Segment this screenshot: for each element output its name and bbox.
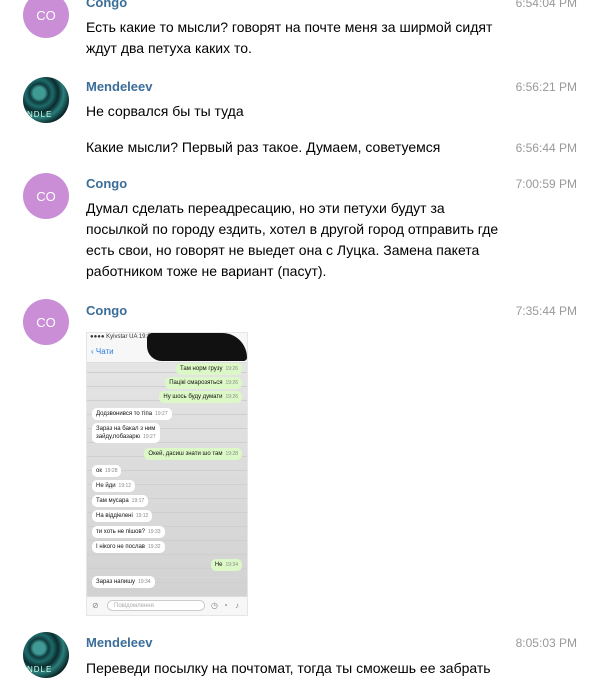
phone-bubble: Зараз напишу 19:34 — [92, 576, 155, 588]
redaction-scribble — [147, 333, 247, 361]
phone-bubble: Не 19:34 — [210, 559, 242, 571]
avatar-congo[interactable]: CO — [23, 299, 69, 345]
message-timestamp: 7:35:44 PM — [515, 304, 577, 318]
phone-bubble: Пацікі смарозяться 19:26 — [165, 377, 242, 389]
avatar-initials: CO — [36, 7, 56, 23]
sender-name[interactable]: Congo — [86, 303, 127, 318]
message-timestamp: 6:56:21 PM — [515, 80, 577, 94]
phone-bubble: ок 19:28 — [92, 465, 122, 477]
microphone-icon: ♪ — [235, 601, 239, 610]
avatar-mendeleev[interactable]: NDLE — [23, 632, 69, 678]
phone-bubble: Зараз на бакал з ним зайду,побазарю 19:27 — [92, 423, 160, 443]
avatar-congo[interactable]: CO — [23, 0, 69, 38]
phone-bubble: І нікого не послав 19:32 — [92, 541, 165, 553]
sender-name[interactable]: Congo — [86, 0, 127, 10]
phone-bubble: ти хоть не пішов? 19:33 — [92, 526, 165, 538]
message-timestamp: 7:00:59 PM — [515, 177, 577, 191]
message-text: Переведи посылку на почтомат, тогда ты с… — [86, 660, 491, 676]
message-text: Думал сделать переадресацию, но эти пету… — [86, 200, 499, 279]
message-timestamp: 6:56:44 PM — [515, 141, 577, 155]
phone-bubble: Окей, дасиш знати шо там 19:28 — [144, 448, 242, 460]
sender-name[interactable]: Mendeleev — [86, 635, 152, 650]
sticker-icon: ◔ — [223, 601, 228, 610]
phone-bubble: Не йди 19:12 — [92, 480, 136, 492]
message-text: Какие мысли? Первый раз такое. Думаем, с… — [86, 139, 441, 155]
phone-bubble: Ну шось буду думати 19:26 — [159, 391, 242, 403]
message-text: Не сорвался бы ты туда — [86, 103, 244, 119]
phone-bubble: На віддіелені 19:12 — [92, 510, 153, 522]
avatar-initials: NDLE — [27, 665, 53, 674]
avatar-mendeleev[interactable]: NDLE — [23, 77, 69, 123]
message-timestamp: 6:54:04 PM — [515, 0, 577, 10]
sender-name[interactable]: Congo — [86, 176, 127, 191]
avatar-initials: CO — [36, 314, 56, 330]
phone-bubble: Там норм грузу 19:26 — [176, 363, 242, 375]
phone-message-list: Там норм грузу 19:26 Пацікі смарозяться 19… — [87, 363, 247, 597]
phone-message-field: Повідомлення — [107, 600, 205, 611]
sender-name[interactable]: Mendeleev — [86, 79, 152, 94]
phone-bubble: Додзвонився то тіпа 19:27 — [92, 408, 172, 420]
message-text: Есть какие то мысли? говорят на почте ме… — [86, 19, 493, 56]
phone-status-text: ●●●● Kyivstar UA 19:34 — [90, 334, 154, 340]
phone-bubble: Там мусара 19:17 — [92, 495, 149, 507]
paperclip-icon: ⊘ — [92, 601, 99, 610]
clock-icon: ◷ — [211, 601, 218, 610]
attached-image[interactable]: ●●●● Kyivstar UA 19:34 ‹ Чати Там норм г… — [86, 332, 248, 616]
avatar-initials: NDLE — [27, 110, 53, 119]
phone-back-label: Чати — [95, 347, 114, 356]
avatar-congo[interactable]: CO — [23, 173, 69, 219]
phone-status-bar: ●●●● Kyivstar UA 19:34 — [87, 333, 247, 361]
phone-input-bar: ⊘ Повідомлення ◷ ◔ ♪ — [87, 596, 247, 615]
message-timestamp: 8:05:03 PM — [515, 636, 577, 650]
avatar-initials: CO — [36, 188, 56, 204]
